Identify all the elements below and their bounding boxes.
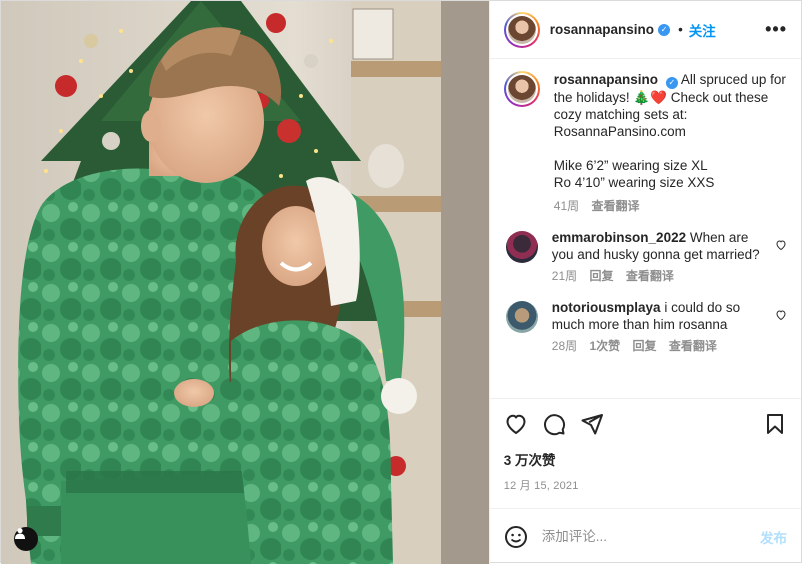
user-tag-button[interactable] xyxy=(14,527,38,551)
post-side-panel: rosannapansino ✓ • 关注 ••• rosannapansino… xyxy=(488,1,801,564)
instagram-post-view: rosannapansino ✓ • 关注 ••• rosannapansino… xyxy=(0,0,802,564)
verified-badge-icon: ✓ xyxy=(665,77,678,89)
comment-likes-count[interactable]: 1次赞 xyxy=(589,339,620,353)
comment-age[interactable]: 28周 xyxy=(552,339,577,353)
add-comment-bar: 发布 xyxy=(489,508,801,564)
author-avatar[interactable] xyxy=(503,11,540,48)
translate-button[interactable]: 查看翻译 xyxy=(626,269,674,283)
comments-list[interactable]: rosannapansino ✓ All spruced up for the … xyxy=(490,59,801,398)
comment-age[interactable]: 21周 xyxy=(552,269,577,283)
comment-item: notoriousmplaya i could do so much more … xyxy=(504,299,787,353)
comment-username[interactable]: emmarobinson_2022 xyxy=(552,230,686,245)
reply-button[interactable]: 回复 xyxy=(633,339,657,353)
comment-input[interactable] xyxy=(541,529,760,544)
verified-badge-icon: ✓ xyxy=(658,23,671,36)
likes-count[interactable]: 3 万次赞 xyxy=(504,449,787,469)
share-icon[interactable] xyxy=(580,412,604,436)
commenter-avatar[interactable] xyxy=(505,301,538,333)
caption-sizes-text: Mike 6’2” wearing size XL Ro 4’10” weari… xyxy=(553,158,715,190)
post-date[interactable]: 12 月 15, 2021 xyxy=(504,477,787,493)
author-username[interactable]: rosannapansino xyxy=(550,22,654,37)
comment-like-heart-icon[interactable] xyxy=(775,239,787,254)
caption-translate-button[interactable]: 查看翻译 xyxy=(591,199,639,213)
caption-username[interactable]: rosannapansino xyxy=(554,72,658,87)
bookmark-icon[interactable] xyxy=(763,412,787,436)
heart-icon[interactable] xyxy=(504,412,528,436)
post-actions: 3 万次赞 12 月 15, 2021 xyxy=(489,398,801,508)
caption-entry: rosannapansino ✓ All spruced up for the … xyxy=(503,71,787,213)
more-options-icon[interactable]: ••• xyxy=(765,19,787,40)
follow-button[interactable]: 关注 xyxy=(689,20,716,40)
post-photo[interactable] xyxy=(1,1,489,564)
commenter-avatar[interactable] xyxy=(505,231,538,263)
reply-button[interactable]: 回复 xyxy=(589,269,613,283)
comment-item: emmarobinson_2022 When are you and husky… xyxy=(504,229,787,283)
post-header: rosannapansino ✓ • 关注 ••• xyxy=(489,1,801,59)
post-comment-button[interactable]: 发布 xyxy=(760,527,787,547)
caption-age[interactable]: 41周 xyxy=(554,199,579,213)
translate-button[interactable]: 查看翻译 xyxy=(669,339,717,353)
caption-avatar[interactable] xyxy=(503,71,540,107)
comment-username[interactable]: notoriousmplaya xyxy=(552,300,661,315)
user-tag-icon xyxy=(15,528,25,539)
emoji-icon[interactable] xyxy=(504,525,528,549)
photo-illustration xyxy=(1,1,489,564)
comment-like-heart-icon[interactable] xyxy=(775,309,787,324)
separator-dot: • xyxy=(678,22,683,37)
comment-icon[interactable] xyxy=(542,412,566,436)
